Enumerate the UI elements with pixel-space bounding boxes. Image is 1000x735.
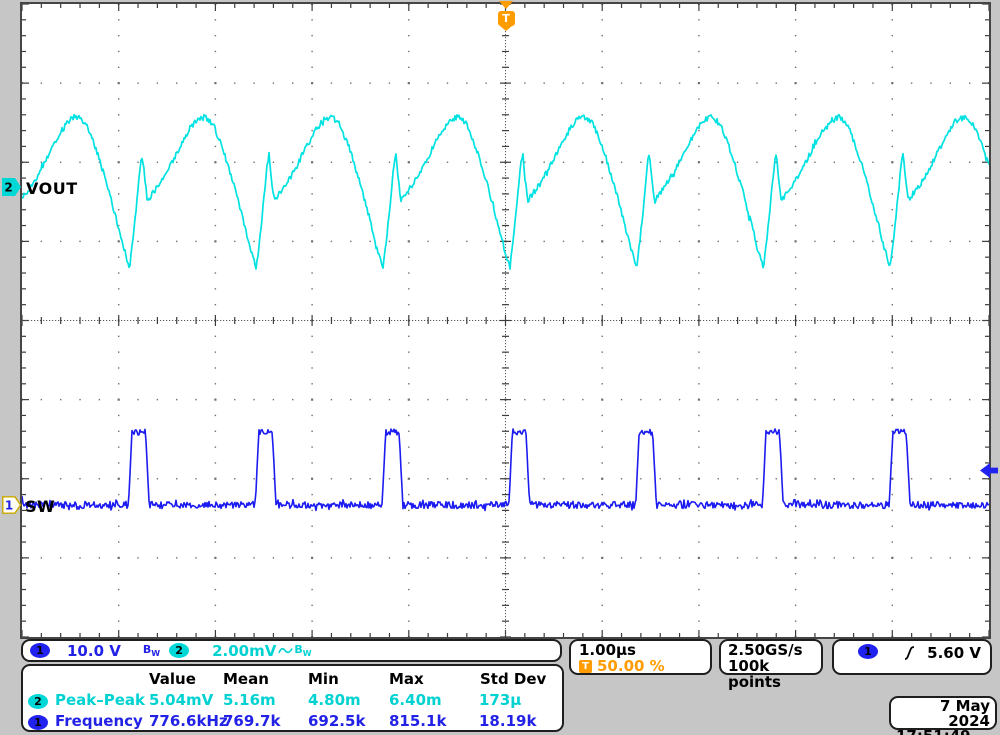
channel2-bandwidth-icon: BW [294, 643, 311, 658]
graticule[interactable] [20, 2, 991, 639]
ac-coupling-icon [278, 645, 293, 657]
channel2-marker-number: 2 [4, 181, 12, 195]
trigger-source-badge: 1 [858, 644, 878, 659]
col-header-stddev: Std Dev [480, 670, 546, 688]
record-length-readout: 100k points [728, 658, 821, 690]
measurement-std: 18.19k [479, 712, 562, 730]
channel2-position-marker[interactable]: 2 [2, 178, 22, 196]
trigger-settings-box[interactable]: 1 5.60 V [832, 639, 992, 675]
sample-rate-readout: 2.50GS/s [728, 642, 821, 658]
measurement-std: 173µ [479, 691, 562, 709]
sw-trace-label: SW [25, 497, 55, 516]
measurement-value: 776.6kHz [149, 712, 223, 730]
channel1-badge: 1 [28, 715, 48, 730]
trigger-level-arrow[interactable] [980, 463, 998, 478]
channel2-badge: 2 [28, 694, 48, 709]
channel1-position-marker[interactable]: 1 [2, 496, 22, 514]
measurement-min: 692.5k [308, 712, 389, 730]
trigger-level-readout: 5.60 V [927, 644, 981, 662]
channel1-marker-number: 1 [5, 499, 13, 513]
col-header-mean: Mean [223, 670, 308, 688]
rising-edge-icon [904, 645, 915, 661]
waveforms [22, 4, 989, 637]
measurement-row: 2 [28, 691, 55, 709]
trigger-position-marker[interactable]: T [497, 1, 515, 31]
measurements-panel[interactable]: Value Mean Min Max 2 Peak–Peak 5.04mV 5.… [21, 664, 564, 732]
trigger-t-icon: T [579, 660, 592, 673]
acquisition-box[interactable]: 2.50GS/s 100k points [719, 639, 823, 675]
oscilloscope-screen: T 2 1 VOUT SW 1 10.0 V BW 2 2.00mV BW Va… [0, 0, 1000, 735]
vout-trace-label: VOUT [26, 179, 78, 198]
channel1-bandwidth-icon: BW [143, 643, 160, 658]
horizontal-settings-box[interactable]: 1.00µs T 50.00 % [569, 639, 712, 675]
channel1-badge[interactable]: 1 [30, 643, 50, 658]
trigger-position-arrow-icon [499, 1, 513, 9]
measurement-name: Frequency [55, 712, 149, 730]
channel-scale-bar[interactable]: 1 10.0 V BW 2 2.00mV BW [21, 639, 562, 662]
channel2-badge[interactable]: 2 [169, 643, 189, 658]
col-header-value: Value [149, 670, 223, 688]
measurement-value: 5.04mV [149, 691, 223, 709]
trigger-flag-icon: T [498, 11, 515, 26]
trigger-flag-tip [500, 26, 512, 31]
datetime-box: 7 May 2024 17:51:49 [889, 696, 997, 730]
measurement-name: Peak–Peak [55, 691, 149, 709]
date-readout: 7 May 2024 [896, 699, 990, 729]
measurement-row: 1 [28, 712, 55, 730]
channel1-scale: 10.0 V [67, 642, 121, 660]
channel2-scale: 2.00mV [212, 642, 276, 660]
timebase-readout: 1.00µs [579, 642, 710, 658]
measurement-min: 4.80m [308, 691, 389, 709]
trigger-position-readout: 50.00 % [597, 658, 665, 674]
measurement-max: 815.1k [389, 712, 479, 730]
measurement-mean: 769.7k [223, 712, 308, 730]
col-header-max: Max [389, 670, 479, 688]
measurement-max: 6.40m [389, 691, 479, 709]
col-header-min: Min [308, 670, 389, 688]
measurement-mean: 5.16m [223, 691, 308, 709]
